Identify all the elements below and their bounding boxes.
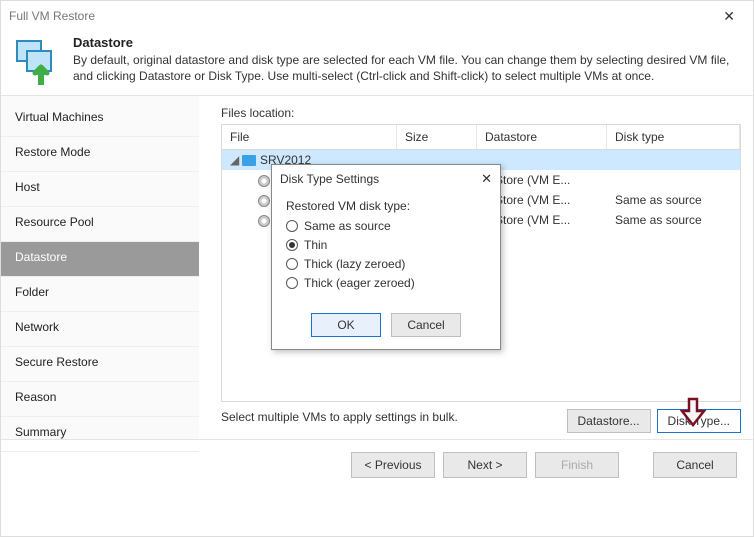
sidebar-item-datastore[interactable]: Datastore — [1, 242, 199, 277]
wizard-window: Full VM Restore ✕ Datastore By default, … — [0, 0, 754, 537]
col-size[interactable]: Size — [397, 125, 477, 149]
radio-label: Same as source — [304, 219, 391, 233]
sidebar-item-folder[interactable]: Folder — [1, 277, 199, 312]
cell-disktype: Same as source — [607, 191, 740, 209]
radio-thick-lazy-zeroed-[interactable]: Thick (lazy zeroed) — [286, 257, 486, 271]
disk-icon — [258, 195, 270, 207]
dialog-cancel-button[interactable]: Cancel — [391, 313, 461, 337]
close-icon[interactable]: ✕ — [713, 4, 745, 29]
sidebar-item-virtual-machines[interactable]: Virtual Machines — [1, 102, 199, 137]
table-header: File Size Datastore Disk type — [222, 125, 740, 150]
col-file[interactable]: File — [222, 125, 397, 149]
radio-icon[interactable] — [286, 220, 298, 232]
radio-label: Thick (lazy zeroed) — [304, 257, 405, 271]
disk-type-group-label: Restored VM disk type: — [286, 199, 486, 213]
radio-icon[interactable] — [286, 277, 298, 289]
previous-button[interactable]: < Previous — [351, 452, 435, 478]
radio-thick-eager-zeroed-[interactable]: Thick (eager zeroed) — [286, 276, 486, 290]
disk-type-settings-dialog: Disk Type Settings ✕ Restored VM disk ty… — [271, 164, 501, 350]
page-description: By default, original datastore and disk … — [73, 52, 741, 84]
col-datastore[interactable]: Datastore — [477, 125, 607, 149]
radio-label: Thick (eager zeroed) — [304, 276, 415, 290]
sidebar-item-summary[interactable]: Summary — [1, 417, 199, 452]
cell-disktype — [607, 178, 740, 182]
radio-icon[interactable] — [286, 258, 298, 270]
dialog-titlebar: Disk Type Settings ✕ — [272, 165, 500, 193]
page-title: Datastore — [73, 35, 741, 50]
window-title: Full VM Restore — [9, 9, 95, 23]
titlebar: Full VM Restore ✕ — [1, 1, 753, 31]
cancel-button[interactable]: Cancel — [653, 452, 737, 478]
header-text: Datastore By default, original datastore… — [73, 35, 741, 85]
radio-icon[interactable] — [286, 239, 298, 251]
cell-size — [397, 158, 477, 162]
tree-collapse-icon[interactable]: ◢ — [230, 153, 240, 167]
dialog-ok-button[interactable]: OK — [311, 313, 381, 337]
dialog-title: Disk Type Settings — [280, 172, 379, 186]
disk-icon — [258, 175, 270, 187]
disk-type-options: Same as source Thin Thick (lazy zeroed) Thi… — [286, 219, 486, 290]
next-button[interactable]: Next > — [443, 452, 527, 478]
wizard-sidebar: Virtual MachinesRestore ModeHostResource… — [1, 96, 199, 439]
cell-datastore — [477, 158, 607, 162]
sidebar-item-resource-pool[interactable]: Resource Pool — [1, 207, 199, 242]
datastore-button[interactable]: Datastore... — [567, 409, 651, 433]
sidebar-item-host[interactable]: Host — [1, 172, 199, 207]
pointer-arrow-icon — [680, 397, 706, 430]
col-disktype[interactable]: Disk type — [607, 125, 740, 149]
radio-thin[interactable]: Thin — [286, 238, 486, 252]
header: Datastore By default, original datastore… — [1, 31, 753, 95]
files-location-label: Files location: — [221, 106, 741, 120]
sidebar-item-secure-restore[interactable]: Secure Restore — [1, 347, 199, 382]
sidebar-item-reason[interactable]: Reason — [1, 382, 199, 417]
disk-icon — [258, 215, 270, 227]
cell-disktype: Same as source — [607, 211, 740, 229]
radio-same-as-source[interactable]: Same as source — [286, 219, 486, 233]
datastore-icon — [13, 37, 61, 85]
radio-label: Thin — [304, 238, 327, 252]
dialog-close-icon[interactable]: ✕ — [481, 171, 492, 187]
sidebar-item-restore-mode[interactable]: Restore Mode — [1, 137, 199, 172]
finish-button: Finish — [535, 452, 619, 478]
cell-disktype — [607, 158, 740, 162]
vm-icon — [242, 155, 256, 166]
sidebar-item-network[interactable]: Network — [1, 312, 199, 347]
